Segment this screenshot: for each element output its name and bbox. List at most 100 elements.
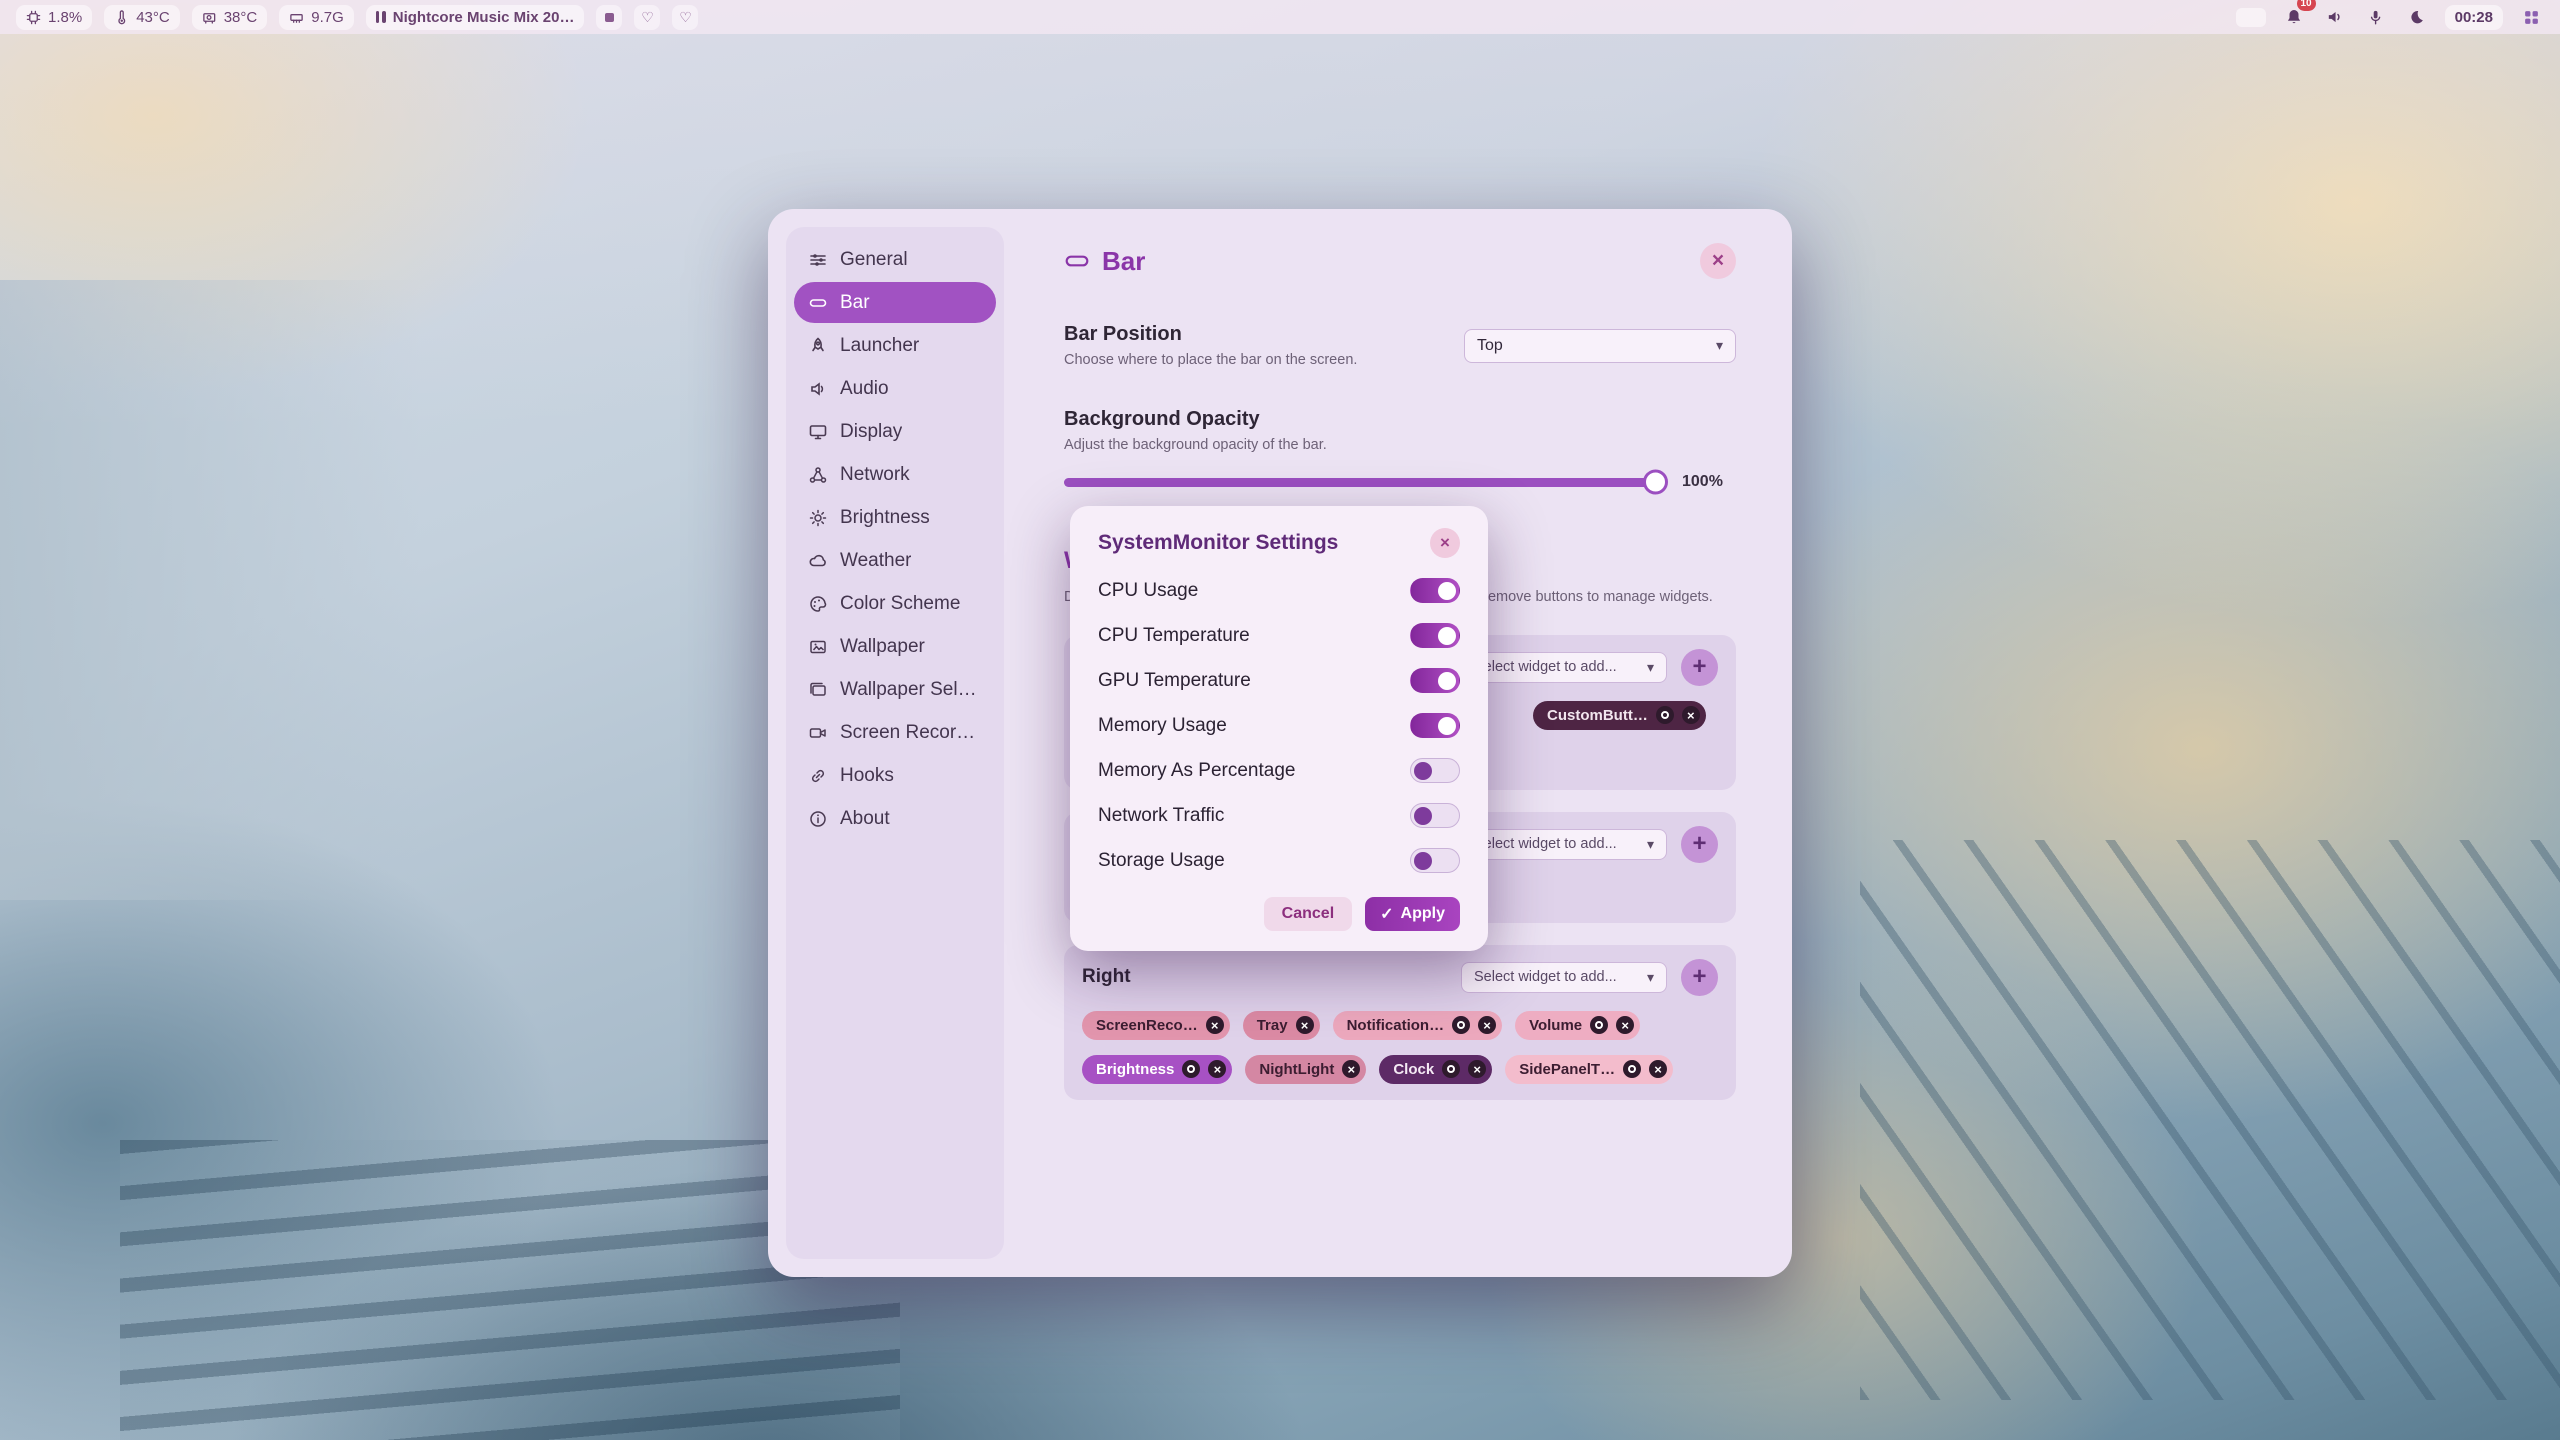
widget-chip[interactable]: Brightness × — [1082, 1055, 1232, 1084]
section-right-add-button[interactable]: + — [1681, 959, 1718, 996]
widget-chip-label: Volume — [1529, 1017, 1582, 1034]
gpu-temperature-toggle[interactable] — [1410, 668, 1460, 693]
sidebar-item-color-scheme[interactable]: Color Scheme — [794, 583, 996, 624]
remove-widget-icon[interactable]: × — [1649, 1060, 1667, 1078]
gpu-temp-value: 38°C — [224, 9, 258, 26]
media-module[interactable]: Nightcore Music Mix 20… — [366, 5, 585, 30]
remove-widget-icon[interactable]: × — [1616, 1016, 1634, 1034]
systemmonitor-settings-modal: SystemMonitor Settings × CPU Usage CPU T… — [1070, 506, 1488, 951]
opacity-slider[interactable] — [1064, 478, 1664, 487]
sidebar-item-about[interactable]: About — [794, 798, 996, 839]
widget-chip-label: CustomButt… — [1547, 707, 1648, 724]
toggle-label: CPU Usage — [1098, 580, 1198, 602]
cpu-temp-module[interactable]: 43°C — [104, 5, 180, 30]
sidebar-item-brightness[interactable]: Brightness — [794, 497, 996, 538]
widget-chip-label: ScreenReco… — [1096, 1017, 1198, 1034]
ram-icon — [289, 10, 304, 25]
microphone-icon — [2367, 9, 2384, 26]
widget-chip[interactable]: NightLight × — [1245, 1055, 1366, 1084]
section-right-header: Right Select widget to add... ▾ + — [1082, 959, 1718, 996]
sidebar-item-screen-recorder[interactable]: Screen Recorder — [794, 712, 996, 753]
sidebar-item-hooks[interactable]: Hooks — [794, 755, 996, 796]
section-right-chips-row1: ScreenReco… × Tray × Notification… × Vol… — [1082, 1011, 1718, 1040]
sidebar-item-wallpaper[interactable]: Wallpaper — [794, 626, 996, 667]
remove-widget-icon[interactable]: × — [1468, 1060, 1486, 1078]
visibility-toggle-icon[interactable] — [1590, 1016, 1608, 1034]
window-close-button[interactable]: × — [1700, 243, 1736, 279]
sidebar-item-audio[interactable]: Audio — [794, 368, 996, 409]
toggle-label: CPU Temperature — [1098, 625, 1250, 647]
top-bar: 1.8% 43°C 38°C 9.7G Nightcore Music Mix … — [0, 0, 2560, 34]
favorite-button-2[interactable]: ♡ — [672, 5, 698, 30]
clock-module[interactable]: 00:28 — [2445, 5, 2503, 30]
monitor-icon — [808, 422, 828, 442]
widget-chip[interactable]: Clock × — [1379, 1055, 1492, 1084]
memory-usage-toggle[interactable] — [1410, 713, 1460, 738]
tune-icon — [808, 250, 828, 270]
bar-position-value: Top — [1477, 337, 1503, 355]
microphone-button[interactable] — [2363, 4, 2389, 30]
widget-chip-label: Notification… — [1347, 1017, 1445, 1034]
visibility-toggle-icon[interactable] — [1656, 706, 1674, 724]
widget-chip[interactable]: CustomButt… × — [1533, 701, 1706, 730]
visibility-toggle-icon[interactable] — [1623, 1060, 1641, 1078]
network-traffic-toggle[interactable] — [1410, 803, 1460, 828]
media-stop-button[interactable] — [596, 5, 622, 30]
memory-module[interactable]: 9.7G — [279, 5, 354, 30]
section-right-add-select[interactable]: Select widget to add... ▾ — [1461, 962, 1667, 993]
notifications-button[interactable]: 10 — [2281, 4, 2307, 30]
remove-widget-icon[interactable]: × — [1206, 1016, 1224, 1034]
widget-chip[interactable]: Notification… × — [1333, 1011, 1503, 1040]
visibility-toggle-icon[interactable] — [1452, 1016, 1470, 1034]
visibility-toggle-icon[interactable] — [1182, 1060, 1200, 1078]
pause-icon — [376, 11, 386, 23]
background-opacity-label: Background Opacity — [1064, 408, 1736, 431]
top-bar-right: 10 00:28 — [2236, 4, 2544, 30]
sidebar-item-display[interactable]: Display — [794, 411, 996, 452]
cancel-button[interactable]: Cancel — [1264, 897, 1352, 931]
tray-expand-button[interactable] — [2236, 8, 2266, 27]
sidebar-item-general[interactable]: General — [794, 239, 996, 280]
remove-widget-icon[interactable]: × — [1296, 1016, 1314, 1034]
opacity-slider-thumb[interactable] — [1643, 470, 1668, 495]
sidebar-item-launcher[interactable]: Launcher — [794, 325, 996, 366]
sidebar-item-label: Network — [840, 464, 910, 486]
sidebar-item-weather[interactable]: Weather — [794, 540, 996, 581]
remove-widget-icon[interactable]: × — [1478, 1016, 1496, 1034]
bell-icon — [2285, 8, 2303, 26]
apply-button[interactable]: ✓ Apply — [1365, 897, 1460, 931]
bar-section-icon — [1064, 249, 1090, 273]
sidebar-item-network[interactable]: Network — [794, 454, 996, 495]
widget-chip[interactable]: ScreenReco… × — [1082, 1011, 1230, 1040]
memory-as-percentage-toggle[interactable] — [1410, 758, 1460, 783]
section-left-add-button[interactable]: + — [1681, 649, 1718, 686]
modal-buttons: Cancel ✓ Apply — [1098, 897, 1460, 931]
modal-title: SystemMonitor Settings — [1098, 531, 1338, 555]
remove-widget-icon[interactable]: × — [1682, 706, 1700, 724]
app-launcher-button[interactable] — [2518, 4, 2544, 30]
modal-close-button[interactable]: × — [1430, 528, 1460, 558]
section-center-add-button[interactable]: + — [1681, 826, 1718, 863]
favorite-button[interactable]: ♡ — [634, 5, 660, 30]
toggle-knob — [1414, 852, 1432, 870]
cpu-usage-toggle[interactable] — [1410, 578, 1460, 603]
volume-button[interactable] — [2322, 4, 2348, 30]
storage-usage-toggle[interactable] — [1410, 848, 1460, 873]
night-light-button[interactable] — [2404, 4, 2430, 30]
widget-chip[interactable]: SidePanelT… × — [1505, 1055, 1673, 1084]
toggle-label: Memory As Percentage — [1098, 760, 1295, 782]
cpu-usage-module[interactable]: 1.8% — [16, 5, 92, 30]
remove-widget-icon[interactable]: × — [1342, 1060, 1360, 1078]
widget-chip[interactable]: Tray × — [1243, 1011, 1320, 1040]
visibility-toggle-icon[interactable] — [1442, 1060, 1460, 1078]
remove-widget-icon[interactable]: × — [1208, 1060, 1226, 1078]
sidebar-item-bar[interactable]: Bar — [794, 282, 996, 323]
sidebar-item-wallpaper-selector[interactable]: Wallpaper Selector — [794, 669, 996, 710]
section-center-add-select[interactable]: Select widget to add... ▾ — [1461, 829, 1667, 860]
widget-chip[interactable]: Volume × — [1515, 1011, 1640, 1040]
bar-position-select[interactable]: Top ▾ — [1464, 329, 1736, 363]
sun-icon — [808, 508, 828, 528]
gpu-temp-module[interactable]: 38°C — [192, 5, 268, 30]
section-left-add-select[interactable]: Select widget to add... ▾ — [1461, 652, 1667, 683]
cpu-temperature-toggle[interactable] — [1410, 623, 1460, 648]
